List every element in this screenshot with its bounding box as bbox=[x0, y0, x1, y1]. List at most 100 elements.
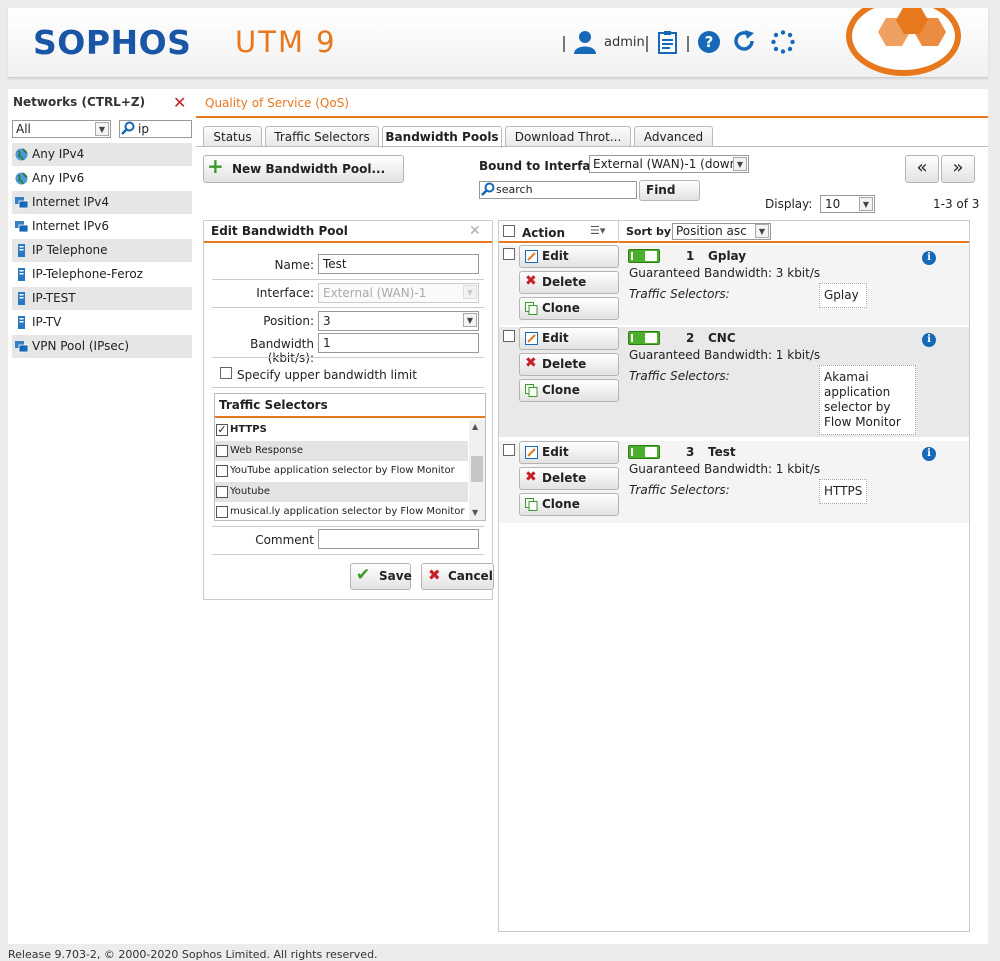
clone-button[interactable]: Clone bbox=[519, 379, 619, 402]
pool-row: Edit ✖ Delete Clone 3 Test Guaranteed Bandwidt… bbox=[499, 441, 969, 523]
name-input[interactable]: Test bbox=[318, 254, 479, 274]
prev-page-button[interactable]: « bbox=[905, 155, 939, 183]
edit-button[interactable]: Edit bbox=[519, 441, 619, 464]
clone-button[interactable]: Clone bbox=[519, 297, 619, 320]
delete-button-label: Delete bbox=[542, 471, 587, 485]
tab-download-throttling[interactable]: Download Throt... bbox=[505, 126, 631, 147]
network-item[interactable]: VPN Pool (IPsec) bbox=[12, 335, 192, 358]
enable-toggle[interactable] bbox=[628, 249, 660, 263]
select-all-checkbox[interactable] bbox=[503, 225, 515, 237]
enable-toggle[interactable] bbox=[628, 331, 660, 345]
traffic-selector-item[interactable]: Web Response bbox=[215, 440, 468, 461]
traffic-selector-item[interactable]: YouTube application selector by Flow Mon… bbox=[215, 461, 468, 481]
position-value: 3 bbox=[323, 314, 331, 328]
next-page-button[interactable]: » bbox=[941, 155, 975, 183]
delete-button[interactable]: ✖ Delete bbox=[519, 271, 619, 294]
info-icon[interactable]: i bbox=[922, 333, 936, 347]
row-checkbox[interactable] bbox=[503, 330, 515, 342]
network-item[interactable]: IP-Telephone-Feroz bbox=[12, 263, 192, 286]
tab-bandwidth-pools[interactable]: Bandwidth Pools bbox=[382, 126, 502, 148]
network-item[interactable]: Internet IPv4 bbox=[12, 191, 192, 214]
network-item-label: Any IPv4 bbox=[32, 147, 85, 161]
upper-limit-checkbox[interactable] bbox=[220, 367, 232, 379]
traffic-selector-checkbox[interactable]: ✓ bbox=[216, 424, 228, 436]
edit-panel-title: Edit Bandwidth Pool bbox=[204, 221, 492, 243]
network-item-label: Internet IPv6 bbox=[32, 219, 109, 233]
app-header: SOPHOS UTM 9 admin ? bbox=[8, 8, 988, 78]
clone-button[interactable]: Clone bbox=[519, 493, 619, 516]
traffic-selector-checkbox[interactable] bbox=[216, 506, 228, 518]
clipboard-icon[interactable] bbox=[658, 30, 678, 54]
close-icon[interactable]: ✕ bbox=[469, 223, 481, 239]
scroll-up-icon[interactable]: ▲ bbox=[472, 422, 478, 431]
host-icon bbox=[18, 316, 25, 329]
user-icon[interactable] bbox=[573, 30, 597, 54]
user-name[interactable]: admin bbox=[604, 35, 645, 50]
bandwidth-input[interactable]: 1 bbox=[318, 333, 479, 353]
pool-name: CNC bbox=[708, 331, 736, 345]
edit-icon bbox=[525, 332, 538, 345]
network-item[interactable]: Any IPv4 bbox=[12, 143, 192, 166]
network-icon bbox=[15, 197, 28, 209]
footer-copyright: Release 9.703-2, © 2000-2020 Sophos Limi… bbox=[8, 948, 378, 961]
edit-button[interactable]: Edit bbox=[519, 245, 619, 268]
pool-name: Test bbox=[708, 445, 736, 459]
refresh-icon[interactable] bbox=[732, 29, 756, 53]
traffic-selectors-title: Traffic Selectors bbox=[215, 394, 485, 418]
scrollbar-thumb[interactable] bbox=[471, 456, 483, 482]
comment-input[interactable] bbox=[318, 529, 479, 549]
delete-button[interactable]: ✖ Delete bbox=[519, 353, 619, 376]
traffic-selector-item[interactable]: musical.ly application selector by Flow … bbox=[215, 502, 468, 522]
chevron-down-icon: ▼ bbox=[463, 285, 477, 299]
chevron-down-icon: ▼ bbox=[463, 313, 477, 327]
info-icon[interactable]: i bbox=[922, 251, 936, 265]
tab-traffic-selectors[interactable]: Traffic Selectors bbox=[265, 126, 379, 147]
network-item[interactable]: IP-TV bbox=[12, 311, 192, 334]
enable-toggle[interactable] bbox=[628, 445, 660, 459]
check-icon: ✔ bbox=[356, 565, 371, 585]
traffic-selector-checkbox[interactable] bbox=[216, 444, 228, 457]
sort-select[interactable]: Position asc ▼ bbox=[672, 223, 771, 240]
scroll-down-icon[interactable]: ▼ bbox=[472, 508, 478, 517]
traffic-selectors-label: Traffic Selectors: bbox=[629, 483, 730, 497]
divider bbox=[212, 387, 484, 388]
traffic-selectors-box: Traffic Selectors ✓ HTTPS Web Response YouT… bbox=[214, 393, 486, 521]
interface-label: Interface: bbox=[256, 286, 314, 300]
divider bbox=[212, 357, 484, 358]
delete-button[interactable]: ✖ Delete bbox=[519, 467, 619, 490]
clone-button-label: Clone bbox=[542, 497, 580, 511]
tab-status[interactable]: Status bbox=[203, 126, 262, 147]
info-icon[interactable]: i bbox=[922, 447, 936, 461]
traffic-selector-checkbox[interactable] bbox=[216, 485, 228, 498]
search-icon bbox=[481, 182, 495, 196]
traffic-selector-item[interactable]: Youtube bbox=[215, 481, 468, 502]
sort-value: Position asc bbox=[676, 224, 747, 238]
traffic-selector-checkbox[interactable] bbox=[216, 465, 228, 477]
traffic-selectors-label: Traffic Selectors: bbox=[629, 287, 730, 301]
list-search-input[interactable]: search bbox=[479, 181, 637, 199]
breadcrumb-divider bbox=[196, 116, 988, 118]
networks-filter-select[interactable]: All ▼ bbox=[12, 120, 111, 138]
display-count-select[interactable]: 10 ▼ bbox=[820, 195, 875, 213]
traffic-selector-item[interactable]: ✓ HTTPS bbox=[215, 420, 468, 440]
row-checkbox[interactable] bbox=[503, 248, 515, 260]
edit-button[interactable]: Edit bbox=[519, 327, 619, 350]
position-select[interactable]: 3 ▼ bbox=[318, 311, 479, 331]
new-bandwidth-pool-button[interactable]: New Bandwidth Pool... bbox=[203, 155, 404, 183]
clone-icon bbox=[525, 302, 538, 315]
find-button[interactable]: Find bbox=[639, 180, 700, 201]
network-item[interactable]: Internet IPv6 bbox=[12, 215, 192, 238]
cancel-button-label: Cancel bbox=[448, 569, 493, 583]
network-item[interactable]: IP-TEST bbox=[12, 287, 192, 310]
row-checkbox[interactable] bbox=[503, 444, 515, 456]
bound-interface-select[interactable]: External (WAN)-1 (down ▼ bbox=[589, 155, 749, 173]
delete-button-label: Delete bbox=[542, 275, 587, 289]
help-icon[interactable]: ? bbox=[698, 31, 720, 53]
network-item[interactable]: Any IPv6 bbox=[12, 167, 192, 190]
divider bbox=[212, 279, 484, 280]
network-item[interactable]: IP Telephone bbox=[12, 239, 192, 262]
guaranteed-bandwidth: Guaranteed Bandwidth: 3 kbit/s bbox=[629, 266, 821, 280]
close-icon[interactable]: ✕ bbox=[173, 93, 186, 112]
column-menu-icon[interactable]: ☰▾ bbox=[590, 224, 605, 237]
tab-advanced[interactable]: Advanced bbox=[634, 126, 713, 147]
